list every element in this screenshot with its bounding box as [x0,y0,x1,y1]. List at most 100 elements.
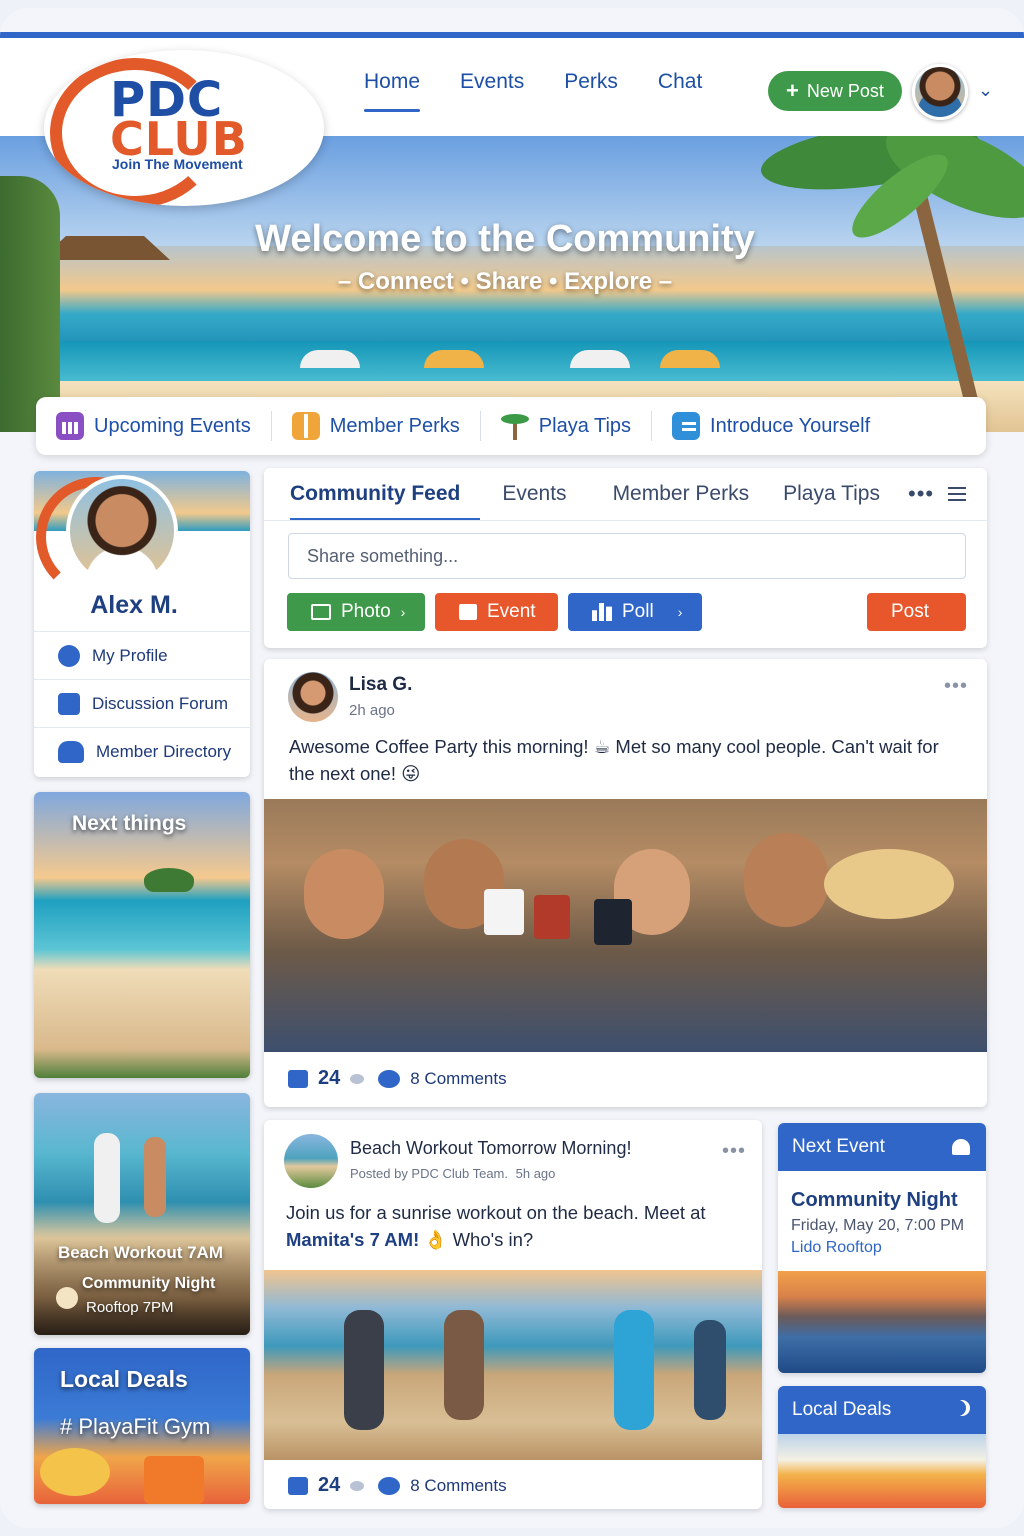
more-icon[interactable]: ••• [908,481,934,507]
tab-member-perks[interactable]: Member Perks [587,482,770,521]
post-meta: Posted by PDC Club Team. 5h ago [350,1166,555,1181]
comment-count[interactable]: 8 Comments [410,1476,506,1496]
users-icon [58,740,84,763]
post-text: Join us for a sunrise workout on the bea… [286,1199,746,1253]
post-author-avatar[interactable] [284,1134,338,1188]
bell-icon[interactable] [952,1139,970,1155]
sidebar-item-label: Member Directory [96,741,232,761]
mug-image [534,895,570,939]
post-reactions: 24 8 Comments [288,1067,507,1090]
post-text-bold: Mamita's 7 AM! [286,1229,420,1250]
chevron-right-icon: › [400,604,406,620]
event-title[interactable]: Community Night [791,1189,958,1212]
sidebar-item-label: My Profile [92,645,168,665]
nav-home[interactable]: Home [344,64,440,116]
chat-bubble-icon[interactable] [378,1476,401,1495]
post-text-part: Join us for a sunrise workout on the bea… [286,1202,706,1223]
quick-link-upcoming-events[interactable]: Upcoming Events [36,411,272,441]
share-input[interactable]: Share something... [288,533,966,579]
post-options-icon[interactable]: ••• [722,1140,746,1163]
person-image [304,849,384,939]
thumbs-up-icon[interactable] [288,1476,308,1495]
poll-label: Poll [622,601,654,622]
menu-icon[interactable] [948,487,966,501]
profile-avatar[interactable] [66,475,178,587]
quick-link-label: Introduce Yourself [710,414,871,437]
local-deals-subtitle: # PlayaFit Gym [60,1414,211,1439]
next-things-card[interactable]: Next things [34,792,250,1078]
mug-image [594,899,632,945]
photo-button[interactable]: Photo › [287,593,425,631]
post-author-avatar[interactable] [288,672,338,722]
person-image [344,1310,384,1430]
food-image [40,1448,110,1496]
pdc-club-logo[interactable]: PDC CLUB Join The Movement [44,50,324,206]
plus-icon: + [786,78,799,103]
user-avatar[interactable] [912,64,968,120]
main-nav: Home Events Perks Chat [344,64,722,116]
nav-chat[interactable]: Chat [638,64,722,116]
gift-icon [291,412,320,440]
nav-events[interactable]: Events [440,64,544,116]
post-options-icon[interactable]: ••• [944,675,968,698]
quick-link-label: Playa Tips [538,414,632,437]
tab-events[interactable]: Events [480,482,586,521]
post-posted-by: Posted by PDC Club Team. [350,1166,508,1181]
sidebar-item-my-profile[interactable]: My Profile [34,631,250,679]
quick-link-label: Upcoming Events [94,414,251,437]
share-placeholder: Share something... [307,545,459,566]
post-button[interactable]: Post [867,593,966,631]
person-image [614,1310,654,1430]
calendar-icon [459,604,477,620]
nav-perks[interactable]: Perks [544,64,638,116]
thumbs-up-icon[interactable] [288,1069,308,1088]
poll-button[interactable]: Poll › [568,593,702,631]
local-deals-card[interactable]: Local Deals # PlayaFit Gym [34,1348,250,1504]
next-things-title: Next things [72,812,187,835]
umbrella [300,350,360,368]
quick-link-introduce-yourself[interactable]: Introduce Yourself [652,411,890,441]
local-deals-widget[interactable]: Local Deals [778,1386,986,1508]
moon-icon [950,1400,966,1416]
tab-community-feed[interactable]: Community Feed [290,482,481,521]
widget-title: Local Deals [792,1399,892,1420]
comment-count[interactable]: 8 Comments [410,1069,506,1089]
next-event-widget[interactable]: Next Event Community Night Friday, May 2… [778,1123,986,1373]
hero-subtitle: – Connect • Share • Explore – [337,268,673,295]
event-button[interactable]: Event [435,593,558,631]
quick-links-bar: Upcoming Events Member Perks Playa Tips … [36,397,986,455]
post-card: Lisa G. 2h ago ••• Awesome Coffee Party … [264,659,987,1107]
workout-card[interactable]: Beach Workout 7AM Community Night Roofto… [34,1093,250,1335]
beach-workout-photo[interactable] [264,1270,762,1460]
comment-icon [350,1073,365,1084]
profile-name: Alex M. [90,591,178,619]
coffee-party-photo[interactable] [264,799,987,1052]
post-title[interactable]: Beach Workout Tomorrow Morning! [350,1138,631,1159]
user-icon [58,644,80,667]
post-author[interactable]: Lisa G. [349,674,412,696]
event-date: Friday, May 20, 7:00 PM [791,1217,965,1234]
chevron-down-icon[interactable]: ⌄ [978,80,993,101]
chat-bubble-icon[interactable] [378,1069,401,1088]
id-card-icon [672,412,701,440]
drinks-photo [778,1434,986,1508]
sidebar-item-member-directory[interactable]: Member Directory [34,727,250,775]
event-place[interactable]: Lido Rooftop [791,1239,882,1257]
tab-playa-tips[interactable]: Playa Tips [769,482,900,521]
chevron-right-icon: › [677,604,683,620]
quick-link-member-perks[interactable]: Member Perks [272,411,481,441]
sidebar-item-discussion-forum[interactable]: Discussion Forum [34,679,250,727]
island-image [144,868,194,892]
poll-icon [592,603,612,621]
feed-tabs: Community Feed Events Member Perks Playa… [290,482,900,521]
quick-link-playa-tips[interactable]: Playa Tips [481,411,653,441]
post-reactions: 24 8 Comments [288,1474,507,1497]
event-label: Event [487,601,536,622]
umbrella [424,350,484,368]
drink-image [144,1456,204,1504]
workout-line1: Beach Workout 7AM [58,1243,223,1262]
umbrella [570,350,630,368]
comment-icon [350,1480,365,1491]
calendar-icon [56,412,84,440]
new-post-button[interactable]: + New Post [768,71,902,111]
